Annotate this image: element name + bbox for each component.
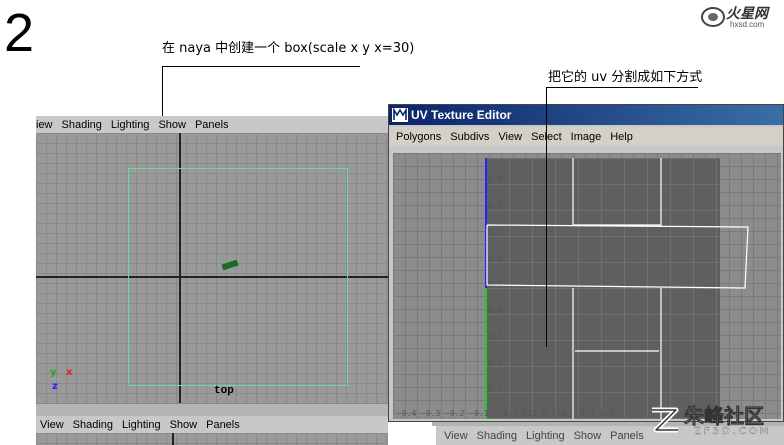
logo-swirl-icon [701,7,725,27]
uv-editor-titlebar[interactable]: UV Texture Editor [389,105,783,125]
leader-line-horizontal-right [546,87,698,88]
zf3d-logo-icon [652,407,679,433]
maya-logo-icon [392,108,408,122]
br-menu-shading[interactable]: Shading [477,430,517,442]
menu-shading[interactable]: Shading [62,119,102,131]
uv-editor-window: UV Texture Editor Polygons Subdivs View … [388,104,784,422]
leader-line-vertical-right [546,87,547,347]
hxsd-logo: 火星网 hxsd.com [700,2,782,32]
br-menu-lighting[interactable]: Lighting [526,430,565,442]
uv-menu-view[interactable]: View [498,131,522,143]
menu-show[interactable]: Show [158,119,186,131]
bottom-menu-view[interactable]: View [40,419,64,431]
step-number: 2 [4,3,35,63]
axis-z-label: z [52,381,58,392]
bottom-menu-panels[interactable]: Panels [206,419,240,431]
bottom-menu-shading[interactable]: Shading [73,419,113,431]
box-outline[interactable] [128,168,348,386]
uv-menu-help[interactable]: Help [610,131,633,143]
caption-create-box: 在 naya 中创建一个 box(scale x y x=30) [162,41,415,56]
uv-editor-title: UV Texture Editor [411,108,512,122]
uv-shell-middle [486,224,749,289]
menu-lighting[interactable]: Lighting [111,119,150,131]
br-menu-view[interactable]: View [444,430,468,442]
br-menu-panels[interactable]: Panels [610,430,644,442]
axis-indicator: y x z [50,367,90,399]
uv-menu-subdivs[interactable]: Subdivs [450,131,489,143]
bottom-menu-show[interactable]: Show [170,419,198,431]
axis-y-label: y [50,367,57,378]
viewport-divider [36,403,388,416]
uv-editor-menubar: Polygons Subdivs View Select Image Help [389,127,783,146]
bottom-axis-line [172,433,174,445]
bottom-viewport[interactable] [36,433,388,445]
uv-menu-image[interactable]: Image [571,131,602,143]
watermark-subtext: ZF3D.COM [694,426,772,437]
axis-x-label: x [66,367,73,378]
camera-label: top [214,385,234,397]
logo-subtext: hxsd.com [730,20,765,29]
uv-menu-polygons[interactable]: Polygons [396,131,441,143]
leader-line-horizontal-left [162,66,360,67]
top-viewport[interactable]: top y x z [36,133,388,403]
watermark-text: 朱峰社区 [684,404,765,429]
menu-panels[interactable]: Panels [195,119,229,131]
uv-shell-lines [486,158,749,419]
menu-view[interactable]: iew [36,119,53,131]
caption-split-uv: 把它的 uv 分割成如下方式 [548,70,703,85]
zf3d-watermark: 朱峰社区 ZF3D.COM [648,400,782,444]
uv-canvas[interactable]: 0.9 0.8 0.7 0.6 0.5 0.4 0.3 0.2 0.1 -0.4… [393,153,781,419]
br-menu-show[interactable]: Show [574,430,602,442]
uv-shell-top [572,158,662,226]
bottom-viewport-menubar: View Shading Lighting Show Panels [36,416,388,433]
bottom-menu-lighting[interactable]: Lighting [122,419,161,431]
viewport-menubar: iew Shading Lighting Show Panels [36,116,388,133]
